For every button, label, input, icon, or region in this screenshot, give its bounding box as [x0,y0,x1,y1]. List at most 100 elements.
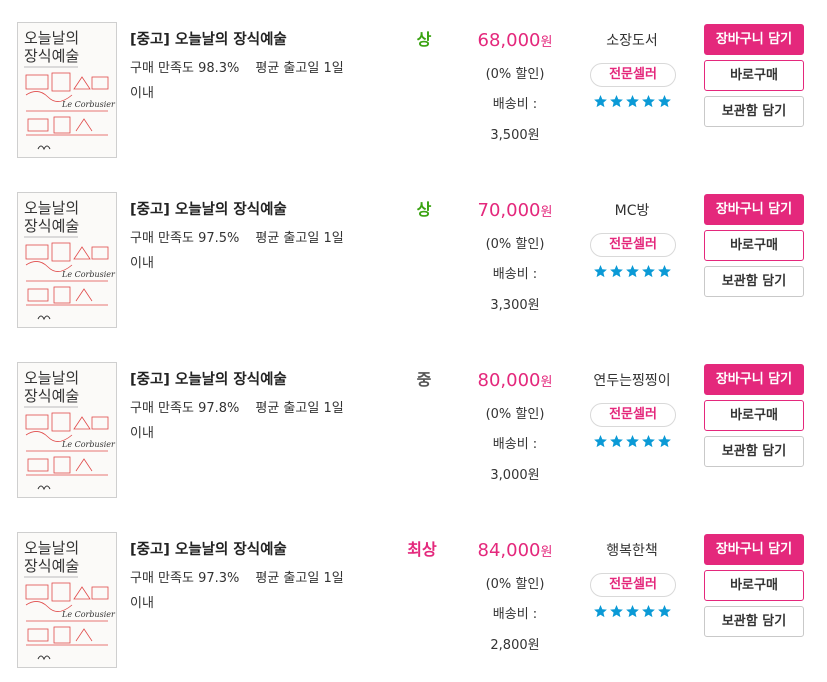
satisfaction-label: 구매 만족도 97.5% [130,231,240,246]
used-book-listing: 오늘날의 장식예술 Le Corbusier [중고] 오늘날의 장식예술 구매 만… [0,0,827,682]
satisfaction-label: 구매 만족도 97.3% [130,571,240,586]
listing-row: 오늘날의 장식예술 Le Corbusier [중고] 오늘날의 장식예술 구매 만… [0,340,827,510]
star-icon [657,264,672,280]
star-icon [625,94,640,110]
satisfaction-label: 구매 만족도 98.3% [130,61,240,76]
seller-rating-stars [593,264,673,280]
seller-badge: 전문셀러 [590,403,676,427]
star-icon [593,264,608,280]
buy-now-button[interactable]: 바로구매 [704,60,804,91]
save-to-wishlist-button[interactable]: 보관함 담기 [704,96,804,127]
seller-stats: 구매 만족도 97.3% 평균 출고일 1일 이내 [130,566,380,616]
seller-badge: 전문셀러 [590,233,676,257]
star-icon [657,604,672,620]
discount-label: (0% 할인) [485,237,545,252]
add-to-cart-button[interactable]: 장바구니 담기 [704,364,804,395]
star-icon [609,604,624,620]
ship-days-label: 평균 출고일 1일 [255,571,344,586]
discount-label: (0% 할인) [485,67,545,82]
star-icon [609,434,624,450]
shipping-fee: 3,300원 [490,298,540,313]
condition-grade: 상 [416,200,432,219]
price-currency: 원 [540,205,553,220]
discount-label: (0% 할인) [485,407,545,422]
svg-text:오늘날의: 오늘날의 [24,199,79,217]
svg-text:장식예술: 장식예술 [24,217,79,235]
price: 84,000원 [470,540,560,561]
book-cover-icon: 오늘날의장식예술 Le Corbusier [18,23,116,157]
seller-stats: 구매 만족도 98.3% 평균 출고일 1일 이내 [130,56,380,106]
seller-name[interactable]: 행복한책 [572,540,692,560]
book-cover-image[interactable]: 오늘날의 장식예술 Le Corbusier [17,362,117,498]
listing-title[interactable]: [중고] 오늘날의 장식예술 [130,368,287,389]
price-value: 70,000 [477,200,541,221]
price-currency: 원 [540,545,553,560]
svg-text:Le Corbusier: Le Corbusier [61,610,116,619]
star-icon [609,94,624,110]
listing-title[interactable]: [중고] 오늘날의 장식예술 [130,538,287,559]
star-icon [641,604,656,620]
ship-days-suffix: 이내 [130,86,154,101]
ship-days-label: 평균 출고일 1일 [255,401,344,416]
ship-days-suffix: 이내 [130,256,154,271]
price-value: 68,000 [477,30,541,51]
price: 68,000원 [470,30,560,51]
buy-now-button[interactable]: 바로구매 [704,400,804,431]
svg-text:오늘날의: 오늘날의 [24,539,79,557]
ship-days-label: 평균 출고일 1일 [255,61,344,76]
shipping-label: 배송비 : [492,267,538,282]
svg-text:장식예술: 장식예술 [24,557,79,575]
seller-stats: 구매 만족도 97.5% 평균 출고일 1일 이내 [130,226,380,276]
add-to-cart-button[interactable]: 장바구니 담기 [704,24,804,55]
listing-row: 오늘날의 장식예술 Le Corbusier [중고] 오늘날의 장식예술 구매 만… [0,0,827,170]
star-icon [593,604,608,620]
seller-badge: 전문셀러 [590,63,676,87]
svg-text:오늘날의: 오늘날의 [24,369,79,387]
listing-title[interactable]: [중고] 오늘날의 장식예술 [130,198,287,219]
svg-text:Le Corbusier: Le Corbusier [61,100,116,109]
svg-text:Le Corbusier: Le Corbusier [61,270,116,279]
book-cover-image[interactable]: 오늘날의 장식예술 Le Corbusier [17,22,117,158]
buy-now-button[interactable]: 바로구매 [704,230,804,261]
star-icon [625,264,640,280]
shipping-label: 배송비 : [492,97,538,112]
book-cover-icon: 오늘날의장식예술 Le Corbusier [18,363,116,497]
save-to-wishlist-button[interactable]: 보관함 담기 [704,436,804,467]
seller-name[interactable]: MC방 [572,200,692,220]
save-to-wishlist-button[interactable]: 보관함 담기 [704,266,804,297]
shipping-fee: 3,500원 [490,128,540,143]
add-to-cart-button[interactable]: 장바구니 담기 [704,194,804,225]
price-currency: 원 [540,35,553,50]
svg-text:장식예술: 장식예술 [24,47,79,65]
add-to-cart-button[interactable]: 장바구니 담기 [704,534,804,565]
star-icon [625,434,640,450]
seller-stats: 구매 만족도 97.8% 평균 출고일 1일 이내 [130,396,380,446]
ship-days-label: 평균 출고일 1일 [255,231,344,246]
seller-rating-stars [593,434,673,450]
condition-grade: 중 [416,370,432,389]
condition-grade: 상 [416,30,432,49]
book-cover-image[interactable]: 오늘날의 장식예술 Le Corbusier [17,532,117,668]
shipping-fee: 3,000원 [490,468,540,483]
seller-rating-stars [593,604,673,620]
shipping-label: 배송비 : [492,607,538,622]
svg-text:Le Corbusier: Le Corbusier [61,440,116,449]
book-cover-image[interactable]: 오늘날의 장식예술 Le Corbusier [17,192,117,328]
seller-name[interactable]: 연두는찡찡이 [572,370,692,390]
condition-grade: 최상 [407,540,437,559]
satisfaction-label: 구매 만족도 97.8% [130,401,240,416]
book-cover-icon: 오늘날의장식예술 Le Corbusier [18,533,116,667]
star-icon [641,434,656,450]
listing-row: 오늘날의 장식예술 Le Corbusier [중고] 오늘날의 장식예술 구매 만… [0,510,827,680]
price-currency: 원 [540,375,553,390]
buy-now-button[interactable]: 바로구매 [704,570,804,601]
book-cover-icon: 오늘날의장식예술 Le Corbusier [18,193,116,327]
price: 70,000원 [470,200,560,221]
price-value: 80,000 [477,370,541,391]
svg-text:오늘날의: 오늘날의 [24,29,79,47]
seller-name[interactable]: 소장도서 [572,30,692,50]
listing-title[interactable]: [중고] 오늘날의 장식예술 [130,28,287,49]
shipping-fee: 2,800원 [490,638,540,653]
save-to-wishlist-button[interactable]: 보관함 담기 [704,606,804,637]
star-icon [609,264,624,280]
